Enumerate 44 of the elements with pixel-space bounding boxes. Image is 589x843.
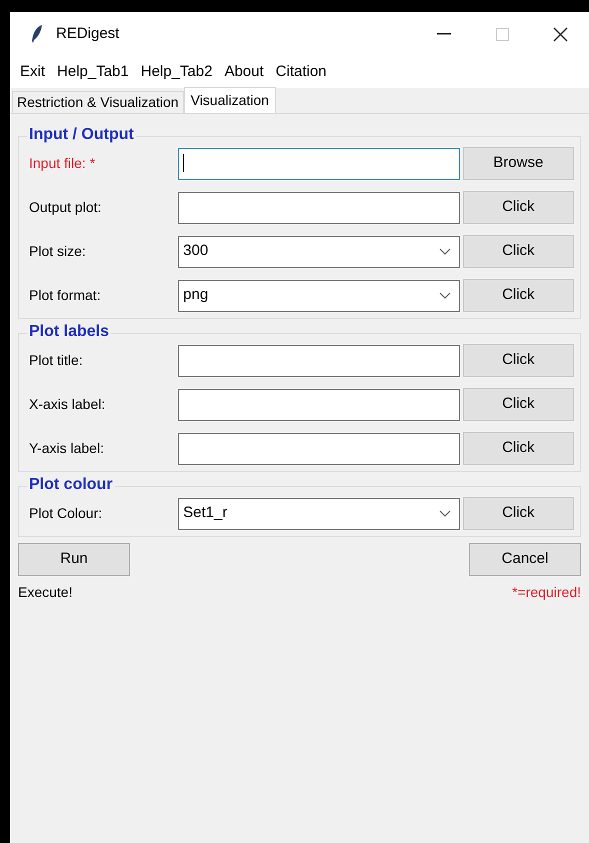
action-button[interactable]: Click (462, 432, 574, 465)
input-field[interactable] (178, 344, 460, 376)
chevron-down-icon (438, 510, 451, 517)
dropdown[interactable]: Set1_r (178, 498, 460, 530)
minimize-icon (437, 33, 451, 35)
action-button[interactable]: Click (462, 388, 574, 421)
close-icon (552, 26, 568, 42)
menu-item[interactable]: Citation (270, 60, 333, 84)
field-label: Output plot: (29, 198, 102, 217)
menu-item[interactable]: Help_Tab1 (51, 60, 135, 84)
input-field[interactable] (178, 388, 460, 420)
run-button[interactable]: Run (18, 543, 130, 576)
field-label: X-axis label: (29, 395, 106, 414)
field-label: Input file: * (29, 154, 96, 173)
menu-item[interactable]: Exit (14, 60, 52, 84)
dropdown[interactable]: 300 (178, 236, 460, 268)
action-button[interactable]: Click (462, 497, 574, 530)
menu-item[interactable]: About (218, 60, 270, 84)
action-button[interactable]: Click (462, 191, 574, 224)
group-title: Input / Output (27, 125, 136, 145)
action-button[interactable]: Click (462, 279, 574, 312)
action-button[interactable]: Click (462, 235, 574, 268)
action-button[interactable]: Browse (462, 147, 574, 180)
maximize-icon (496, 28, 508, 40)
tab[interactable]: Visualization (184, 87, 276, 113)
feather-icon (30, 24, 44, 44)
chevron-down-icon (438, 292, 451, 299)
field-label: Plot title: (29, 351, 84, 370)
menu-item[interactable]: Help_Tab2 (134, 60, 218, 84)
required-note: *=required! (512, 583, 581, 602)
field-label: Plot format: (29, 286, 102, 305)
chevron-down-icon (438, 248, 451, 255)
tab[interactable]: Restriction & Visualization (12, 91, 184, 113)
action-button[interactable]: Click (462, 344, 574, 377)
field-label: Plot Colour: (29, 504, 104, 523)
field-label: Plot size: (29, 242, 87, 261)
dropdown[interactable]: png (178, 280, 460, 312)
input-field[interactable] (178, 148, 460, 180)
cancel-button[interactable]: Cancel (469, 543, 581, 576)
window-title: REDigest (56, 24, 120, 44)
input-field[interactable] (178, 192, 460, 224)
field-label: Y-axis label: (29, 439, 105, 458)
input-field[interactable] (178, 432, 460, 464)
status-text: Execute! (18, 583, 72, 602)
